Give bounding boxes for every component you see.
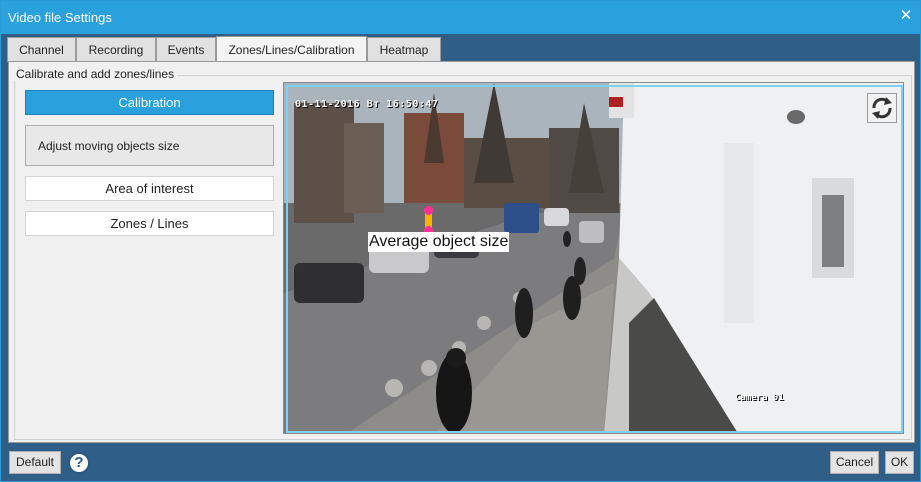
group-label: Calibrate and add zones/lines (13, 67, 178, 81)
calibration-button[interactable]: Calibration (25, 90, 274, 115)
tab-zones-lines-calibration[interactable]: Zones/Lines/Calibration (216, 36, 367, 63)
close-icon[interactable]: ✕ (898, 8, 914, 24)
rotate-arrows-icon[interactable] (867, 93, 897, 123)
ok-button[interactable]: OK (885, 451, 914, 474)
tab-recording[interactable]: Recording (76, 37, 156, 62)
settings-window: Video file Settings ✕ Channel Recording … (0, 0, 921, 482)
cancel-button[interactable]: Cancel (830, 451, 879, 474)
video-preview[interactable]: 01-11-2016 Вт 16:50:47 Camera 01 Average… (283, 82, 904, 434)
zones-lines-button[interactable]: Zones / Lines (25, 211, 274, 236)
default-button[interactable]: Default (9, 451, 61, 474)
average-object-size-label: Average object size (368, 232, 510, 252)
tab-heatmap[interactable]: Heatmap (367, 37, 441, 62)
tab-events[interactable]: Events (156, 37, 216, 62)
window-title: Video file Settings (8, 10, 112, 25)
area-of-interest-button[interactable]: Area of interest (25, 176, 274, 201)
title-bar: Video file Settings ✕ (1, 1, 920, 34)
tab-channel[interactable]: Channel (7, 37, 76, 62)
video-timestamp: 01-11-2016 Вт 16:50:47 (295, 99, 439, 110)
help-icon[interactable]: ? (68, 452, 90, 474)
camera-label: Camera 01 (735, 393, 784, 403)
camera-scene (284, 83, 903, 433)
size-handle-top[interactable] (424, 206, 433, 215)
adjust-objects-size-button[interactable]: Adjust moving objects size (25, 125, 274, 166)
